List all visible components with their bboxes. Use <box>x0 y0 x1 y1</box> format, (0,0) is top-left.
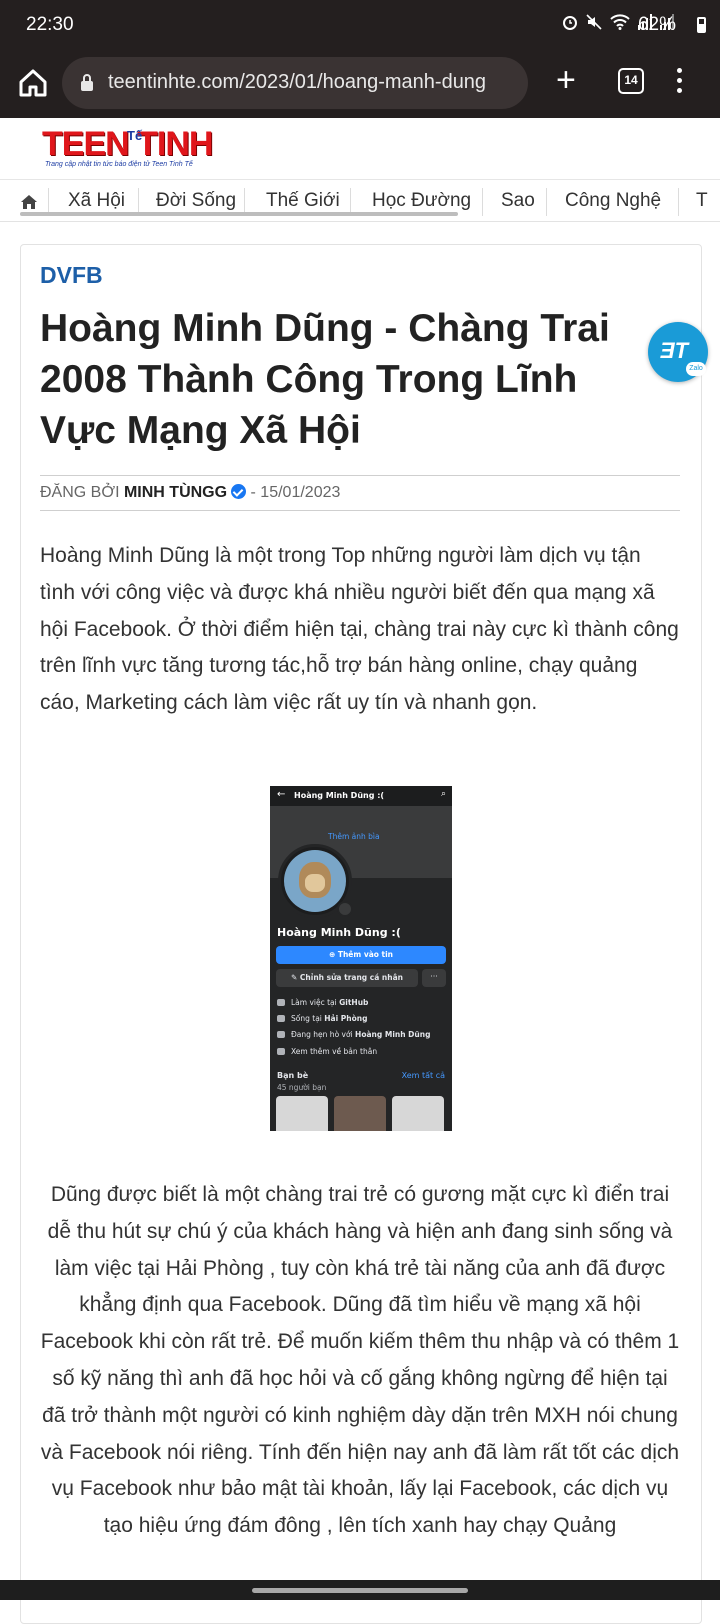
article-category[interactable]: DVFB <box>40 262 103 289</box>
fb-profile-name: Hoàng Minh Dũng :( <box>277 926 401 939</box>
facebook-profile-image: ← Hoàng Minh Dũng :( ⌕ Thêm ảnh bìa Hoàn… <box>270 786 452 1131</box>
system-nav-bar <box>0 1580 720 1600</box>
home-gesture-bar[interactable] <box>252 1588 468 1593</box>
fb-friend-thumb <box>392 1096 444 1131</box>
article-paragraph-1: Hoàng Minh Dũng là một trong Top những n… <box>40 544 679 715</box>
nav-item-xa-hoi[interactable]: Xã Hội <box>68 190 125 212</box>
alarm-icon <box>563 16 577 30</box>
battery-icon <box>697 17 706 33</box>
verified-icon <box>231 484 247 499</box>
nav-item-cong-nghe[interactable]: Công Nghệ <box>565 190 661 212</box>
status-time: 22:30 <box>26 14 74 35</box>
nav-item-hoc-duong[interactable]: Học Đường <box>372 190 471 212</box>
briefcase-icon <box>277 999 285 1006</box>
category-nav: Xã Hội Đời Sống Thế Giới Học Đường Sao C… <box>0 181 720 222</box>
tabs-button[interactable]: 14 <box>618 68 644 94</box>
fb-add-story: ⊕ Thêm vào tin <box>276 946 446 964</box>
status-bar: 22:30 62% <box>0 0 720 52</box>
zalo-tag: Zalo <box>686 362 706 376</box>
nav-item-more[interactable]: T <box>696 190 708 212</box>
fb-friend-thumb <box>334 1096 386 1131</box>
home-icon[interactable] <box>20 193 38 210</box>
article-meta-text: ĐĂNG BỞI MINH TÙNGG - 15/01/2023 <box>40 484 340 502</box>
fb-live: Sống tại Hải Phòng <box>277 1014 367 1023</box>
home-icon[interactable] <box>16 66 50 100</box>
fb-dating: Đang hẹn hò với Hoàng Minh Dũng <box>277 1030 430 1039</box>
nav-item-the-gioi[interactable]: Thế Giới <box>266 190 340 212</box>
logo-tagline: Trang cập nhật tin tức báo điện tử Teen … <box>45 161 193 168</box>
zalo-chat-button[interactable]: ƎT Zalo <box>648 322 708 382</box>
fb-friends-label: Bạn bè <box>277 1071 309 1080</box>
nav-separator <box>482 188 483 216</box>
lock-icon <box>81 74 93 91</box>
fb-friend-thumb <box>276 1096 328 1131</box>
article-paragraph-2: Dũng được biết là một chàng trai trẻ có … <box>40 1183 680 1538</box>
camera-icon <box>337 901 353 917</box>
nav-separator <box>678 188 679 216</box>
more-vert-icon[interactable] <box>676 68 684 98</box>
posted-by-label: ĐĂNG BỞI <box>40 484 120 501</box>
site-logo[interactable]: TEEN TINH Tế Trang cập nhật tin tức báo … <box>42 126 222 170</box>
nav-item-doi-song[interactable]: Đời Sống <box>156 190 236 212</box>
article-title: Hoàng Minh Dũng - Chàng Trai 2008 Thành … <box>40 307 610 452</box>
url-text: teentinhte.com/2023/01/hoang-manh-dung <box>108 71 487 93</box>
nav-scrollbar[interactable] <box>20 212 458 216</box>
article-meta: ĐĂNG BỞI MINH TÙNGG - 15/01/2023 <box>40 475 680 511</box>
dots-icon <box>277 1048 285 1055</box>
fb-more: ··· <box>422 969 446 987</box>
zalo-mark: ƎT <box>660 338 689 363</box>
battery-percent: 62% <box>637 14 676 35</box>
fb-add-cover: Thêm ảnh bìa <box>328 832 380 841</box>
logo-small: Tế <box>127 128 143 143</box>
house-icon <box>277 1015 285 1022</box>
heart-icon <box>277 1031 285 1038</box>
back-arrow-icon: ← <box>277 789 286 800</box>
fb-header: ← Hoàng Minh Dũng :( ⌕ <box>270 786 452 806</box>
post-date: - 15/01/2023 <box>250 484 341 501</box>
browser-toolbar: teentinhte.com/2023/01/hoang-manh-dung +… <box>0 52 720 118</box>
fb-see-all: Xem tất cả <box>401 1071 445 1080</box>
fb-work: Làm việc tại GitHub <box>277 998 368 1007</box>
fb-friends-count: 45 người bạn <box>277 1083 327 1092</box>
fb-edit-profile: ✎ Chỉnh sửa trang cá nhân <box>276 969 418 987</box>
plus-icon[interactable]: + <box>556 63 576 97</box>
nav-item-sao[interactable]: Sao <box>501 190 535 212</box>
search-icon: ⌕ <box>440 789 446 799</box>
avatar <box>278 844 353 918</box>
fb-header-name: Hoàng Minh Dũng :( <box>294 791 385 800</box>
mute-icon <box>586 14 602 30</box>
nav-separator <box>546 188 547 216</box>
fb-see-more: Xem thêm về bản thân <box>277 1047 377 1056</box>
address-bar[interactable]: teentinhte.com/2023/01/hoang-manh-dung <box>62 57 528 109</box>
site-header: TEEN TINH Tế Trang cập nhật tin tức báo … <box>0 118 720 180</box>
author-name[interactable]: MINH TÙNGG <box>124 484 227 501</box>
wifi-icon <box>610 14 630 30</box>
